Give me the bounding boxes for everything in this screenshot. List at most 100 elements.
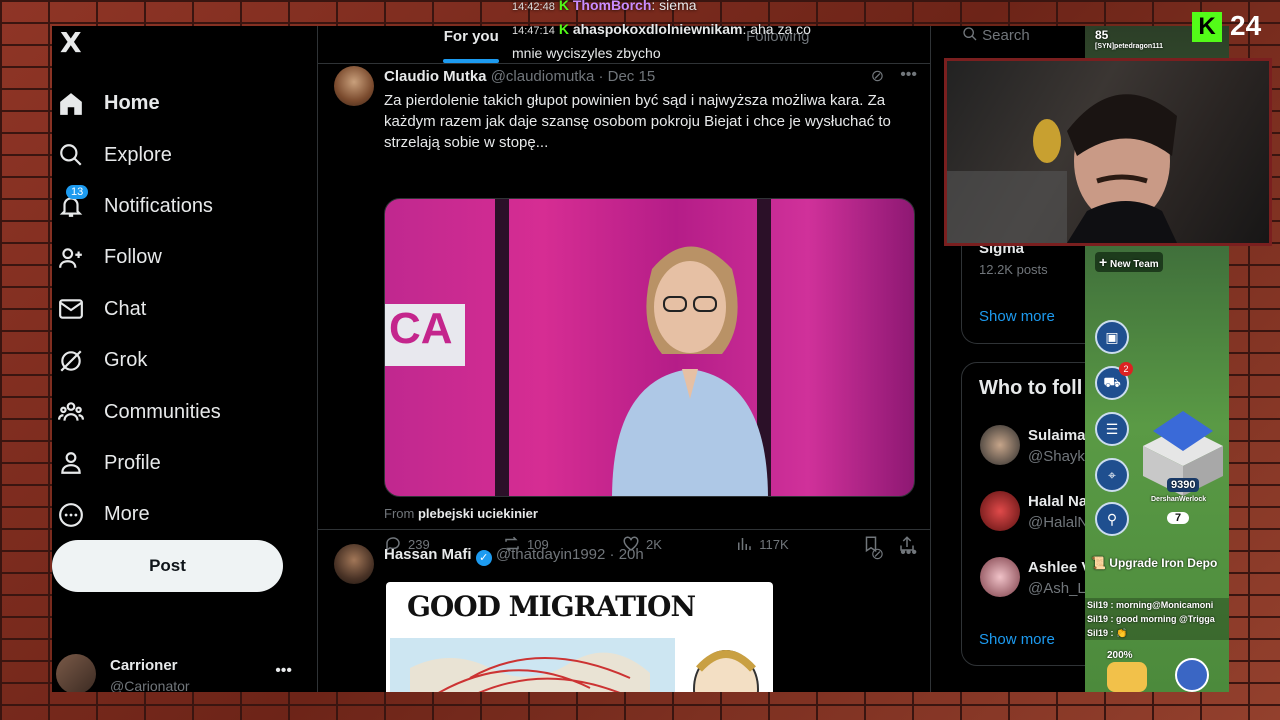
tweet-image[interactable]: GOOD MIGRATION <box>386 582 773 692</box>
follow-suggestion[interactable]: Sulaima @Shayk <box>980 423 1086 467</box>
follow-suggestion[interactable]: Halal Na @HalalN <box>980 489 1086 533</box>
who-to-follow-card: Who to foll Sulaima @Shayk Halal Na @Hal… <box>961 362 1086 666</box>
tweet-author-name[interactable]: Hassan Mafi <box>384 546 472 563</box>
account-name: Carrioner <box>110 657 178 674</box>
avatar[interactable] <box>334 544 374 584</box>
chat-text: : siema <box>651 0 697 13</box>
sidebar-item-label: Home <box>104 92 160 115</box>
tweet-tools: ⊘ ••• <box>871 66 917 86</box>
tweet-header: Claudio Mutka @claudiomutka · Dec 15 <box>384 68 655 85</box>
speaker-figure <box>612 246 768 496</box>
suggestion-handle: @Shayk <box>1028 448 1085 465</box>
who-to-follow-title: Who to foll <box>979 377 1083 399</box>
scroll-icon: 📜 <box>1091 556 1106 570</box>
tweet-author-name[interactable]: Claudio Mutka <box>384 68 487 85</box>
account-switcher[interactable]: Carrioner @Carionator ••• <box>56 654 306 692</box>
suggestion-handle: @Ash_Le <box>1028 580 1086 597</box>
avatar[interactable] <box>334 66 374 106</box>
tweet[interactable]: Hassan Mafi ✓ @thatdayin1992 · 20h ⊘ •••… <box>318 530 931 692</box>
sidebar-item-explore[interactable]: Explore <box>52 129 318 180</box>
game-shop-icon[interactable]: ▣ <box>1095 320 1129 354</box>
from-label: From <box>384 506 415 521</box>
sidebar-item-label: Explore <box>104 143 172 166</box>
people-icon <box>58 399 84 425</box>
upgrade-banner[interactable]: 📜 Upgrade Iron Depo <box>1091 556 1217 570</box>
game-chat: Sil19 : morning@Monicamoni Sil19 : good … <box>1085 598 1229 640</box>
cat-mascot-icon[interactable] <box>1107 662 1147 692</box>
search-box[interactable]: Search <box>962 26 1086 48</box>
bonus-label: 200% <box>1107 650 1133 661</box>
tweet-author-handle[interactable]: @claudiomutka <box>491 68 595 85</box>
sidebar-item-notifications[interactable]: 13 Notifications <box>52 181 318 232</box>
sidebar-item-chat[interactable]: Chat <box>52 284 318 335</box>
sidebar-item-profile[interactable]: Profile <box>52 438 318 489</box>
suggestion-handle: @HalalN <box>1028 514 1086 531</box>
studio-logo: CA <box>385 304 465 366</box>
avatar <box>980 491 1020 531</box>
trend-post-count: 12.2K posts <box>979 262 1048 277</box>
sidebar-item-label: Notifications <box>104 194 213 217</box>
kick-icon: K <box>558 21 569 37</box>
sidebar-item-home[interactable]: Home <box>52 78 318 129</box>
show-more-link[interactable]: Show more <box>979 308 1055 325</box>
sidebar-item-communities[interactable]: Communities <box>52 386 318 437</box>
sidebar-item-follow[interactable]: Follow <box>52 232 318 283</box>
x-window: X Home Explore 13 Notifications Follow C… <box>52 26 1086 692</box>
grok-icon[interactable]: ⊘ <box>871 66 884 86</box>
game-chat-line: Sil19 : good morning @Trigga <box>1087 614 1215 624</box>
kick-icon: K <box>558 0 569 13</box>
tweet-date[interactable]: · Dec 15 <box>598 68 655 85</box>
game-chat-line: Sil19 : 👏 <box>1087 628 1128 638</box>
notification-badge: 13 <box>66 185 89 200</box>
avatar <box>980 425 1020 465</box>
suggestion-name: Halal Na <box>1028 493 1086 510</box>
tweet-date[interactable]: · 20h <box>610 546 644 563</box>
avatar <box>980 557 1020 597</box>
search-icon <box>58 142 84 168</box>
game-cart-icon[interactable]: ⛟ 2 <box>1095 362 1133 400</box>
sidebar-item-more[interactable]: More <box>52 489 318 540</box>
game-player-tag: [SYN]petedragon111 <box>1095 43 1164 50</box>
video-source: From plebejski uciekinier <box>384 506 538 521</box>
tweet-video[interactable]: CA <box>384 198 915 497</box>
chat-message: 14:47:14 K ahaspokoxdlolniewnikam: aha za… <box>512 18 812 64</box>
sidebar-item-label: More <box>104 503 150 526</box>
more-dots-icon[interactable]: ••• <box>900 544 917 564</box>
more-circle-icon <box>58 502 84 528</box>
post-button[interactable]: Post <box>52 540 283 592</box>
mail-icon <box>58 296 84 322</box>
x-logo[interactable]: X <box>60 26 96 59</box>
kick-number: 24 <box>1230 10 1262 41</box>
grok-icon[interactable]: ⊘ <box>871 544 884 564</box>
game-chat-line: Sil19 : morning@Monicamoni <box>1087 600 1214 610</box>
plus-icon: + <box>1099 254 1108 270</box>
new-team-button[interactable]: + New Team <box>1095 252 1163 272</box>
tweet-author-handle[interactable]: @thatdayin1992 <box>496 546 605 563</box>
cart-badge: 2 <box>1119 362 1133 376</box>
from-account-link[interactable]: plebejski uciekinier <box>418 506 538 521</box>
follow-suggestion[interactable]: Ashlee V @Ash_Le <box>980 555 1086 599</box>
more-dots-icon[interactable]: ••• <box>275 662 292 680</box>
show-more-link[interactable]: Show more <box>979 631 1055 648</box>
wojak-face <box>693 650 759 692</box>
game-list-icon[interactable]: ☰ <box>1095 412 1129 446</box>
verified-badge-icon: ✓ <box>475 550 492 566</box>
more-dots-icon[interactable]: ••• <box>900 66 917 86</box>
chat-timestamp: 14:47:14 <box>512 25 555 37</box>
timeline: For you Following Claudio Mutka @claudio… <box>318 26 931 692</box>
sidebar-item-grok[interactable]: Grok <box>52 335 318 386</box>
grok-icon <box>58 348 84 374</box>
game-level: 85 <box>1095 28 1109 42</box>
tweet-text: Za pierdolenie takich głupot powinien by… <box>384 92 891 151</box>
tweet-header: Hassan Mafi ✓ @thatdayin1992 · 20h <box>384 546 644 566</box>
sidebar-item-label: Follow <box>104 246 162 269</box>
game-map-pin-icon[interactable]: ⌖ <box>1095 458 1129 492</box>
avatar <box>56 654 96 692</box>
tweet[interactable]: Claudio Mutka @claudiomutka · Dec 15 ⊘ •… <box>318 64 931 553</box>
chat-message: 14:42:48 K ThomBorch: siema <box>512 0 932 18</box>
sidebar-item-label: Communities <box>104 400 221 423</box>
kick-logo-overlay: K 24 <box>1192 10 1274 42</box>
game-badge-icon[interactable] <box>1175 658 1209 692</box>
sidebar-nav: Home Explore 13 Notifications Follow Cha… <box>52 78 318 541</box>
game-search-icon[interactable]: ⚲ <box>1095 502 1129 536</box>
